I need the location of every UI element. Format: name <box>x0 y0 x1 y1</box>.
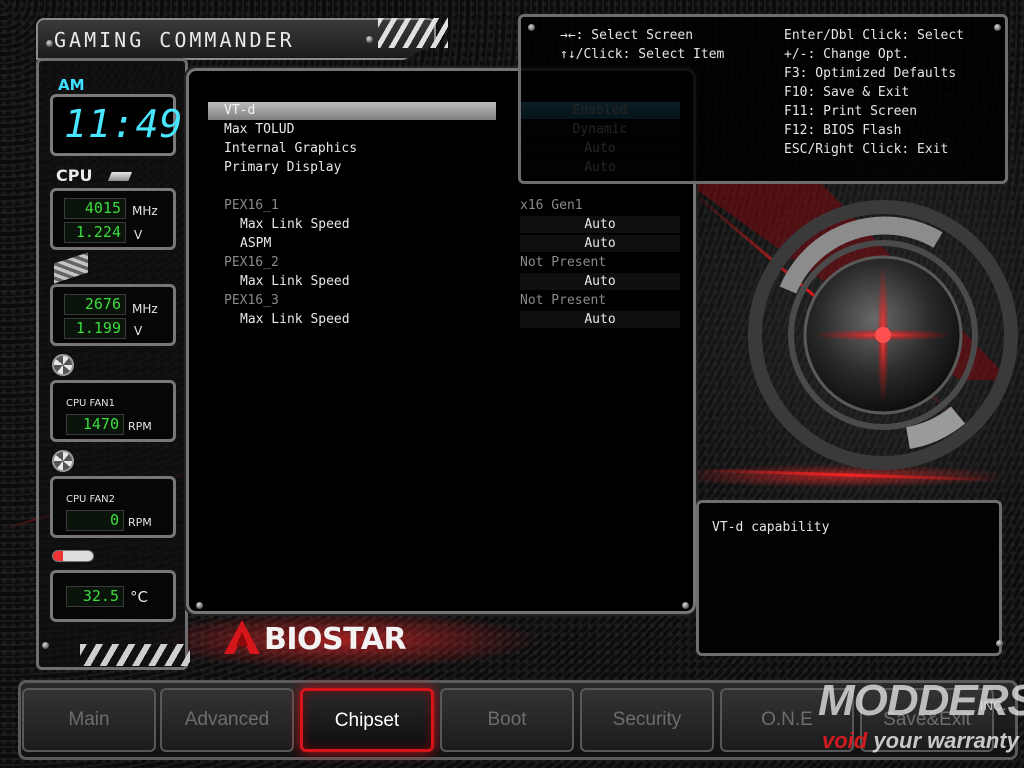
setting-label: Max Link Speed <box>240 217 350 232</box>
help-select-screen: →←: Select Screen <box>560 28 694 43</box>
setting-row[interactable]: Max Link Speed Auto <box>208 273 688 291</box>
memory-frequency: 2676 <box>64 294 126 315</box>
screw-icon <box>46 40 53 47</box>
bios-screen: GAMING COMMANDER AM 11:49 CPU 4015 MHz 1… <box>0 0 1024 768</box>
tab-main[interactable]: Main <box>22 688 156 752</box>
biostar-logo-icon <box>224 620 260 654</box>
setting-label: PEX16_1 <box>224 198 279 213</box>
setting-row[interactable]: Max Link Speed Auto <box>208 311 688 329</box>
setting-label: ASPM <box>240 236 272 251</box>
setting-row[interactable]: PEX16_3 Not Present <box>208 292 688 310</box>
watermark-tag-rest: your warranty <box>867 728 1019 753</box>
item-description: VT-d capability <box>712 520 830 535</box>
setting-label: PEX16_2 <box>224 255 279 270</box>
help-f10: F10: Save & Exit <box>784 85 910 100</box>
temperature-value: 32.5 <box>66 586 124 607</box>
temperature-unit: °C <box>130 588 148 606</box>
memory-voltage: 1.199 <box>64 318 126 339</box>
help-f12: F12: BIOS Flash <box>784 123 902 138</box>
help-f11: F11: Print Screen <box>784 104 918 119</box>
screw-icon <box>196 602 203 609</box>
cpu-fan1-unit: RPM <box>128 420 152 433</box>
watermark-tagline: void your warranty <box>822 728 1019 754</box>
cpu-label: CPU <box>56 166 93 185</box>
help-change-option: +/-: Change Opt. <box>784 47 910 62</box>
setting-row[interactable]: Max Link Speed Auto <box>208 216 688 234</box>
setting-label: Max TOLUD <box>224 122 295 137</box>
cpu-frequency-unit: MHz <box>132 204 158 218</box>
fan-icon <box>52 450 74 472</box>
tab-advanced[interactable]: Advanced <box>160 688 294 752</box>
cpu-voltage: 1.224 <box>64 222 126 243</box>
setting-label: Max Link Speed <box>240 274 350 289</box>
setting-row[interactable]: PEX16_1 x16 Gen1 <box>208 197 688 215</box>
cpu-fan1-rpm: 1470 <box>66 414 124 435</box>
setting-label: PEX16_3 <box>224 293 279 308</box>
cpu-fan1-label: CPU FAN1 <box>66 398 116 409</box>
screw-icon <box>682 602 689 609</box>
memory-voltage-unit: V <box>134 324 143 338</box>
setting-info-value: Not Present <box>520 255 607 270</box>
cpu-fan2-rpm: 0 <box>66 510 124 531</box>
cpu-fan2-label: CPU FAN2 <box>66 494 116 505</box>
clock-time: 11:49 <box>64 102 184 146</box>
setting-value[interactable]: Auto <box>520 311 680 328</box>
cpu-frequency: 4015 <box>64 198 126 219</box>
screw-icon <box>366 36 373 43</box>
help-enter: Enter/Dbl Click: Select <box>784 28 965 43</box>
thermometer-icon <box>52 550 94 562</box>
tab-chipset[interactable]: Chipset <box>300 688 434 752</box>
setting-row[interactable]: PEX16_2 Not Present <box>208 254 688 272</box>
screw-icon <box>996 640 1003 647</box>
setting-label: VT-d <box>224 103 256 118</box>
setting-label: Max Link Speed <box>240 312 350 327</box>
watermark-inc: INC. <box>980 698 1006 713</box>
setting-info-value: Not Present <box>520 293 607 308</box>
setting-value[interactable]: Auto <box>520 235 680 252</box>
setting-value[interactable]: Auto <box>520 216 680 233</box>
bottom-stripes <box>80 644 190 666</box>
tab-boot[interactable]: Boot <box>440 688 574 752</box>
help-esc: ESC/Right Click: Exit <box>784 142 949 157</box>
cpu-fan2-unit: RPM <box>128 516 152 529</box>
screw-icon <box>528 24 535 31</box>
title-stripes <box>378 18 448 48</box>
help-f3: F3: Optimized Defaults <box>784 66 957 81</box>
help-select-item: ↑↓/Click: Select Item <box>560 47 725 62</box>
cpu-voltage-unit: V <box>134 228 143 242</box>
setting-label: Primary Display <box>224 160 342 175</box>
setting-label: Internal Graphics <box>224 141 358 156</box>
setting-info-value: x16 Gen1 <box>520 198 583 213</box>
screw-icon <box>994 24 1001 31</box>
watermark-tag-void: void <box>822 728 868 753</box>
memory-frequency-unit: MHz <box>132 302 158 316</box>
fan-icon <box>52 354 74 376</box>
app-title: GAMING COMMANDER <box>54 28 295 52</box>
setting-row[interactable]: ASPM Auto <box>208 235 688 253</box>
chip-icon <box>108 172 132 181</box>
clock-period: AM <box>58 76 85 94</box>
gauge-ornament <box>748 200 1018 470</box>
setting-value[interactable]: Auto <box>520 273 680 290</box>
screw-icon <box>42 642 49 649</box>
brand-logo: BIOSTAR <box>264 622 407 657</box>
tab-security[interactable]: Security <box>580 688 714 752</box>
